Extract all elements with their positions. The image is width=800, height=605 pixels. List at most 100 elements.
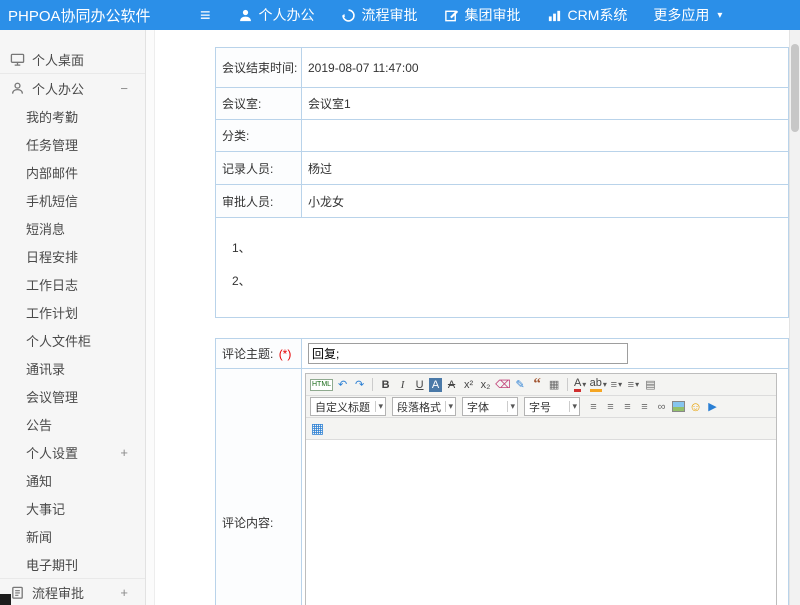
- sidebar-item-file-cabinet[interactable]: 个人文件柜: [0, 326, 145, 354]
- collapse-icon[interactable]: −: [120, 81, 128, 96]
- sidebar-item-desktop[interactable]: 个人桌面: [0, 46, 145, 74]
- editor-content-area[interactable]: [306, 440, 776, 605]
- chevron-down-icon: ▾: [582, 380, 586, 389]
- select-value: 自定义标题: [315, 399, 370, 415]
- comment-subject-input[interactable]: [308, 343, 628, 364]
- align-center-button[interactable]: ≡: [603, 398, 618, 416]
- font-family-select[interactable]: 字体▾: [462, 397, 518, 416]
- eraser-button[interactable]: ⌫: [495, 376, 511, 394]
- sidebar-item-memorabilia[interactable]: 大事记: [0, 494, 145, 522]
- topnav-label: 更多应用: [653, 5, 709, 25]
- sidebar-item-label: 个人办公: [32, 79, 84, 98]
- sidebar: 个人桌面 个人办公 − 我的考勤 任务管理 内部邮件 手机短信 短消息 日程安排…: [0, 30, 146, 605]
- font-color-button[interactable]: A▾: [573, 376, 588, 394]
- sidebar-item-label: 会议管理: [26, 387, 78, 406]
- user-icon: [10, 81, 25, 96]
- insert-media-button[interactable]: ▶: [705, 398, 720, 416]
- align-left-button[interactable]: ≡: [586, 398, 601, 416]
- italic-button[interactable]: I: [395, 376, 410, 394]
- topnav-group-approval[interactable]: 集团审批: [444, 5, 521, 25]
- chevron-down-icon: ▾: [507, 401, 515, 412]
- subscript-button[interactable]: x₂: [478, 376, 493, 394]
- emoticon-button[interactable]: ☺: [688, 398, 703, 416]
- redo-icon[interactable]: ↷: [352, 376, 367, 394]
- sidebar-item-announcements[interactable]: 公告: [0, 410, 145, 438]
- table-row: 审批人员: 小龙女: [216, 185, 789, 218]
- sidebar-item-sms[interactable]: 手机短信: [0, 186, 145, 214]
- sidebar-item-notifications[interactable]: 通知: [0, 466, 145, 494]
- scrollbar-thumb[interactable]: [791, 44, 799, 132]
- expand-icon[interactable]: +: [120, 445, 128, 460]
- paragraph-format-select[interactable]: 段落格式▾: [392, 397, 456, 416]
- bold-button[interactable]: B: [378, 376, 393, 394]
- snippet-icon[interactable]: ▦: [547, 376, 562, 394]
- meeting-content-cell: 1、 2、: [216, 218, 789, 318]
- custom-heading-select[interactable]: 自定义标题▾: [310, 397, 386, 416]
- superscript-button[interactable]: x²: [461, 376, 476, 394]
- sidebar-scrollbar[interactable]: [146, 30, 155, 605]
- meeting-detail-table: 会议结束时间: 2019-08-07 11:47:00 会议室: 会议室1 分类…: [215, 47, 789, 318]
- font-size-select[interactable]: 字号▾: [524, 397, 580, 416]
- topnav-more-apps[interactable]: 更多应用 ▾: [653, 5, 722, 25]
- sidebar-item-contacts[interactable]: 通讯录: [0, 354, 145, 382]
- table-row: 评论主题: (*): [216, 339, 789, 369]
- format-painter-button[interactable]: ✎: [513, 376, 528, 394]
- sidebar-item-personal-office[interactable]: 个人办公 −: [0, 74, 145, 102]
- desktop-icon: [10, 52, 25, 67]
- sidebar-item-workflow[interactable]: 流程审批 +: [0, 578, 145, 605]
- topnav-personal-office[interactable]: 个人办公: [238, 5, 315, 25]
- sidebar-item-internal-mail[interactable]: 内部邮件: [0, 158, 145, 186]
- align-right-button[interactable]: ≡: [620, 398, 635, 416]
- app-title: PHPOA协同办公软件: [0, 5, 190, 26]
- sidebar-item-work-log[interactable]: 工作日志: [0, 270, 145, 298]
- unordered-list-button[interactable]: ≡▾: [626, 376, 641, 394]
- table-row: 会议室: 会议室1: [216, 88, 789, 120]
- topnav-label: 集团审批: [465, 5, 521, 25]
- insert-table-button[interactable]: ▦: [310, 420, 325, 438]
- vertical-scrollbar[interactable]: [789, 30, 800, 605]
- field-label: 审批人员:: [216, 185, 302, 218]
- main-content: 会议结束时间: 2019-08-07 11:47:00 会议室: 会议室1 分类…: [155, 30, 789, 605]
- menu-icon[interactable]: ≡: [200, 6, 211, 24]
- sidebar-item-label: 流程审批: [32, 583, 84, 602]
- align-justify-button[interactable]: ≡: [637, 398, 652, 416]
- chevron-down-icon: ▾: [603, 380, 607, 389]
- undo-icon[interactable]: ↶: [335, 376, 350, 394]
- sidebar-item-work-plan[interactable]: 工作计划: [0, 298, 145, 326]
- link-button[interactable]: ∞: [654, 398, 669, 416]
- bottom-left-widget[interactable]: [0, 594, 11, 605]
- image-icon: [672, 401, 685, 412]
- highlight-glyph: ab: [590, 377, 602, 392]
- new-document-button[interactable]: ▤: [643, 376, 658, 394]
- font-background-button[interactable]: A: [429, 378, 442, 392]
- sidebar-item-attendance[interactable]: 我的考勤: [0, 102, 145, 130]
- editor-toolbar-row2: 自定义标题▾ 段落格式▾ 字体▾ 字号▾ ≡ ≡ ≡ ≡ ∞: [306, 396, 776, 418]
- sidebar-item-meetings[interactable]: 会议管理: [0, 382, 145, 410]
- sidebar-item-news[interactable]: 新闻: [0, 522, 145, 550]
- insert-image-button[interactable]: [671, 398, 686, 416]
- underline-button[interactable]: U: [412, 376, 427, 394]
- editor-toolbar-row3: ▦: [306, 418, 776, 440]
- topnav-workflow-approval[interactable]: 流程审批: [341, 5, 418, 25]
- sidebar-item-label: 日程安排: [26, 247, 78, 266]
- sidebar-item-personal-settings[interactable]: 个人设置 +: [0, 438, 145, 466]
- field-value: 2019-08-07 11:47:00: [302, 48, 789, 88]
- select-value: 字号: [529, 399, 551, 415]
- chevron-down-icon: ▾: [717, 10, 722, 21]
- blockquote-button[interactable]: “: [530, 376, 545, 394]
- field-value: 杨过: [302, 152, 789, 185]
- sidebar-item-short-message[interactable]: 短消息: [0, 214, 145, 242]
- person-icon: [238, 8, 253, 23]
- sidebar-item-schedule[interactable]: 日程安排: [0, 242, 145, 270]
- strikethrough-button[interactable]: A: [444, 376, 459, 394]
- sidebar-item-tasks[interactable]: 任务管理: [0, 130, 145, 158]
- field-label: 评论内容:: [216, 369, 302, 605]
- sidebar-item-ejournal[interactable]: 电子期刊: [0, 550, 145, 578]
- ordered-list-button[interactable]: ≡▾: [609, 376, 624, 394]
- html-source-button[interactable]: HTML: [310, 379, 333, 391]
- highlight-color-button[interactable]: ab▾: [590, 376, 607, 394]
- expand-icon[interactable]: +: [120, 585, 128, 600]
- table-row: 评论内容: HTML ↶ ↷ B I: [216, 369, 789, 605]
- topnav-crm[interactable]: CRM系统: [547, 5, 628, 25]
- field-value: 小龙女: [302, 185, 789, 218]
